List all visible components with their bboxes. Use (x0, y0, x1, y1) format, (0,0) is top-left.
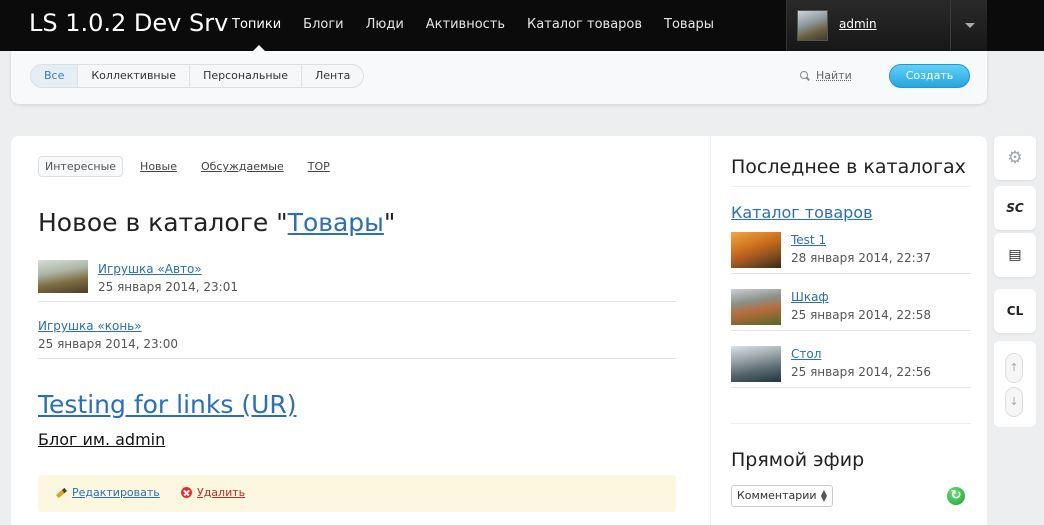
nav-topics[interactable]: Топики (232, 17, 281, 32)
user-menu-divider (950, 0, 951, 51)
username-link[interactable]: admin (839, 17, 877, 31)
search-icon (800, 70, 810, 81)
chevron-down-icon[interactable] (965, 23, 975, 28)
edit-label: Редактировать (72, 486, 160, 499)
list-item: Игрушка «Авто» 25 января 2014, 23:01 (38, 260, 676, 302)
heading-divider (731, 186, 971, 187)
post-title-link[interactable]: Testing for links (UR) (38, 390, 297, 419)
list-item: Игрушка «конь» 25 января 2014, 23:00 (38, 317, 676, 359)
item-title-link[interactable]: Шкаф (791, 290, 829, 304)
list-icon[interactable]: ▤ (994, 233, 1036, 277)
live-type-select[interactable]: Комментарии ▲ ▼ (731, 485, 833, 507)
subtab-new[interactable]: Новые (140, 160, 177, 173)
item-date: 25 января 2014, 23:00 (38, 337, 178, 351)
pencil-icon (56, 487, 67, 498)
section-divider (731, 423, 971, 424)
refresh-icon[interactable]: ↻ (947, 487, 965, 505)
post-blog-link[interactable]: Блог им. admin (38, 430, 165, 449)
gear-icon[interactable]: ⚙ (994, 136, 1036, 180)
item-date: 25 января 2014, 23:01 (98, 280, 238, 294)
avatar[interactable] (797, 10, 828, 41)
subtab-discussed[interactable]: Обсуждаемые (201, 160, 284, 173)
catalog-heading: Новое в каталоге "Товары" (38, 208, 395, 237)
delete-icon (181, 487, 192, 498)
delete-button[interactable]: Удалить (181, 486, 245, 499)
item-date: 25 января 2014, 22:56 (791, 365, 931, 379)
site-title[interactable]: LS 1.0.2 Dev Srv (29, 9, 228, 37)
nav-product-catalog[interactable]: Каталог товаров (527, 17, 642, 32)
filter-tab-feed[interactable]: Лента (300, 65, 363, 87)
search-label: Найти (816, 69, 852, 82)
catalog-heading-prefix: Новое в каталоге " (38, 208, 288, 237)
sidebar: Последнее в каталогах Каталог товаров Te… (711, 136, 987, 525)
filter-tab-personal[interactable]: Персональные (189, 65, 301, 87)
scroll-controls: ↑ ↓ (994, 341, 1036, 427)
item-thumbnail[interactable] (731, 346, 781, 382)
filter-tabs: Все Коллективные Персональные Лента (30, 64, 365, 88)
item-date: 28 января 2014, 22:37 (791, 251, 931, 265)
filter-tab-collective[interactable]: Коллективные (77, 65, 189, 87)
subtab-top[interactable]: TOP (308, 160, 330, 173)
post-actions: Редактировать Удалить (38, 475, 676, 512)
catalog-heading-suffix: " (383, 208, 396, 237)
item-date: 25 января 2014, 22:58 (791, 308, 931, 322)
nav-activity[interactable]: Активность (426, 17, 505, 32)
scroll-up-button[interactable]: ↑ (1005, 353, 1023, 383)
cl-button[interactable]: CL (994, 289, 1036, 333)
nav-blogs[interactable]: Блоги (303, 17, 343, 32)
item-title-link[interactable]: Test 1 (791, 233, 826, 247)
list-item: Test 1 28 января 2014, 22:37 (731, 232, 971, 274)
top-navbar: LS 1.0.2 Dev Srv Топики Блоги Люди Актив… (0, 0, 1044, 51)
item-thumbnail[interactable] (38, 260, 88, 293)
item-thumbnail[interactable] (731, 289, 781, 325)
topic-subtabs: Интересные Новые Обсуждаемые TOP (38, 156, 354, 177)
sc-button[interactable]: SC (994, 186, 1036, 230)
select-arrows-icon: ▲ ▼ (820, 488, 827, 503)
list-item: Стол 25 января 2014, 22:56 (731, 346, 971, 388)
user-menu[interactable]: admin (786, 0, 987, 51)
filter-bar: Все Коллективные Персональные Лента Найт… (11, 51, 987, 104)
latest-catalog-heading: Последнее в каталогах (731, 156, 966, 178)
item-title-link[interactable]: Стол (791, 347, 821, 361)
nav-products[interactable]: Товары (664, 17, 714, 32)
live-type-value: Комментарии (737, 489, 817, 502)
catalog-heading-link[interactable]: Товары (288, 208, 384, 237)
live-heading: Прямой эфир (731, 449, 865, 471)
search-link[interactable]: Найти (800, 69, 852, 82)
catalog-link[interactable]: Каталог товаров (731, 203, 873, 222)
edit-button[interactable]: Редактировать (56, 486, 160, 499)
delete-label: Удалить (197, 486, 246, 499)
nav-people[interactable]: Люди (366, 17, 404, 32)
create-button[interactable]: Создать (889, 64, 970, 88)
scroll-down-button[interactable]: ↓ (1005, 387, 1023, 417)
list-item: Шкаф 25 января 2014, 22:58 (731, 289, 971, 331)
subtab-interesting[interactable]: Интересные (38, 156, 124, 177)
item-title-link[interactable]: Игрушка «конь» (38, 319, 142, 333)
item-title-link[interactable]: Игрушка «Авто» (98, 262, 202, 276)
main-nav: Топики Блоги Люди Активность Каталог тов… (232, 17, 736, 32)
main-content: Интересные Новые Обсуждаемые TOP Новое в… (11, 136, 710, 525)
item-thumbnail[interactable] (731, 232, 781, 268)
filter-tab-all[interactable]: Все (31, 65, 78, 87)
